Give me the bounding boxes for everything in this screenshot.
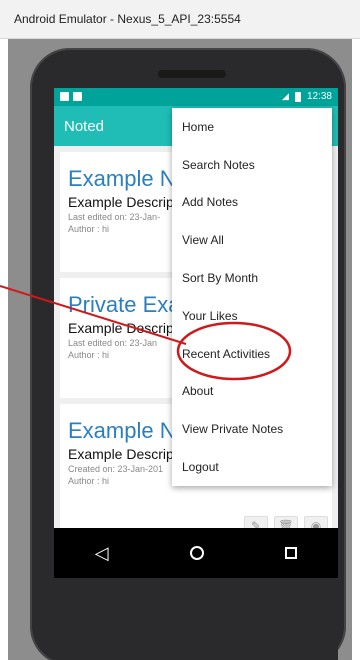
overflow-menu: Home Search Notes Add Notes View All Sor… [172,108,332,486]
menu-item-home[interactable]: Home [172,108,332,146]
status-time: 12:38 [306,91,332,102]
home-icon[interactable] [189,546,204,560]
menu-item-sort-by-month[interactable]: Sort By Month [172,259,332,297]
app-title: Noted [64,118,105,135]
menu-item-recent-activities[interactable]: Recent Activities [172,335,332,373]
phone-chin [54,578,338,660]
notification-icon [60,92,69,101]
menu-item-logout[interactable]: Logout [172,448,332,486]
recents-icon[interactable] [285,547,298,559]
notification-icons [60,92,82,101]
menu-item-about[interactable]: About [172,373,332,411]
menu-item-view-private-notes[interactable]: View Private Notes [172,410,332,448]
back-icon[interactable]: ◁ [95,543,109,564]
window-title: Android Emulator - Nexus_5_API_23:5554 [0,0,360,38]
signal-icon: ◢ [282,91,289,101]
menu-item-view-all[interactable]: View All [172,221,332,259]
menu-item-your-likes[interactable]: Your Likes [172,297,332,335]
speaker-grille [158,70,226,78]
status-bar: ◢ 12:38 [54,88,338,106]
nav-bar: ◁ [54,528,338,578]
menu-item-search-notes[interactable]: Search Notes [172,146,332,184]
battery-icon [294,91,301,102]
menu-item-add-notes[interactable]: Add Notes [172,184,332,222]
notification-icon [73,92,82,101]
phone-screen: ◢ 12:38 Noted Example No Example Descrip… [54,88,338,578]
status-indicators: ◢ 12:38 [282,91,332,102]
